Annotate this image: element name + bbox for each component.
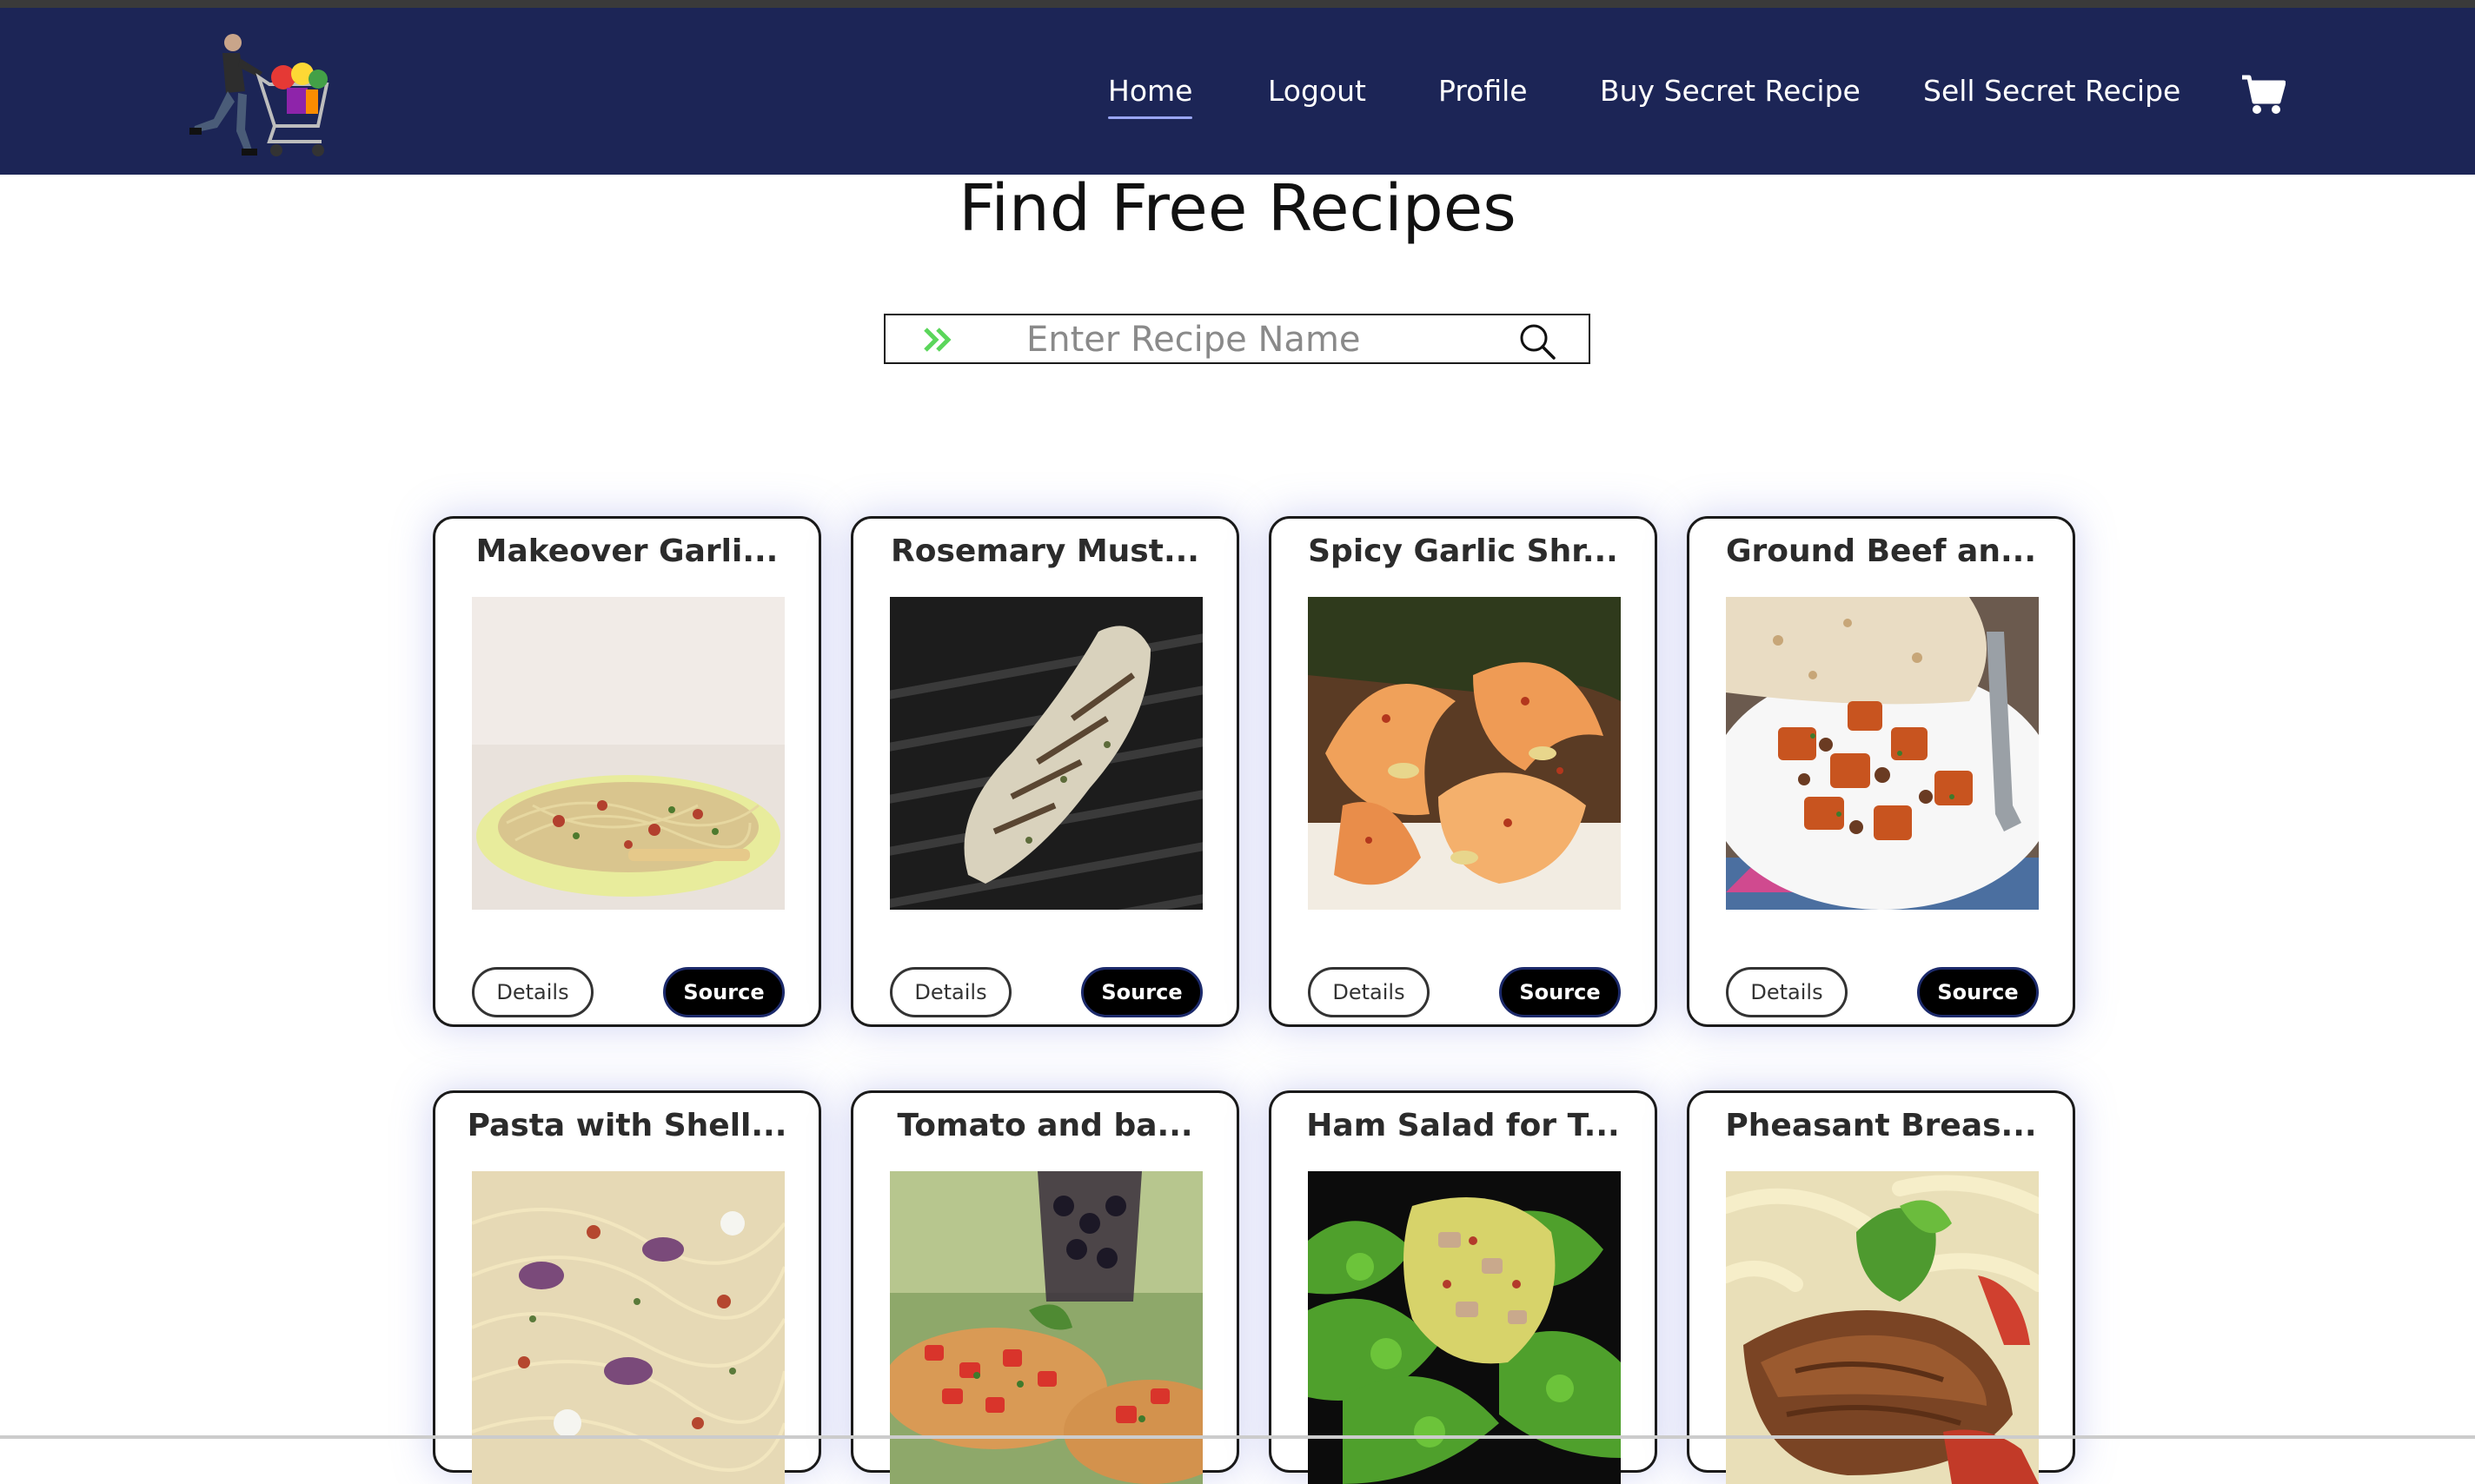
page-title: Find Free Recipes	[959, 171, 1516, 246]
nav-home[interactable]: Home	[1108, 69, 1193, 119]
recipe-title[interactable]: Rosemary Must...	[853, 527, 1237, 576]
double-chevron-right-icon	[922, 326, 957, 354]
recipe-card: Pheasant Breas...	[1687, 1090, 2075, 1484]
recipe-image[interactable]	[1308, 597, 1621, 910]
recipe-title[interactable]: Ground Beef an...	[1689, 527, 2073, 576]
recipe-card: Tomato and ba...	[851, 1090, 1239, 1484]
recipe-card: Ground Beef an... Details Source	[1687, 516, 2075, 1027]
nav-profile[interactable]: Profile	[1438, 69, 1528, 114]
recipe-image[interactable]	[1726, 597, 2039, 910]
recipe-card: Spicy Garlic Shr... Details Source	[1269, 516, 1657, 1027]
recipe-image[interactable]	[472, 597, 785, 910]
nav-logout[interactable]: Logout	[1268, 69, 1366, 114]
recipe-search-bar	[884, 314, 1590, 364]
source-button[interactable]: Source	[1917, 967, 2039, 1017]
recipe-title[interactable]: Pheasant Breas...	[1689, 1102, 2073, 1150]
search-icon[interactable]	[1518, 322, 1556, 361]
search-input[interactable]	[1025, 319, 1515, 361]
nav-buy-secret-recipe[interactable]: Buy Secret Recipe	[1600, 69, 1861, 114]
recipe-card: Pasta with Shell...	[433, 1090, 821, 1484]
recipe-title[interactable]: Makeover Garli...	[435, 527, 819, 576]
recipe-card: Makeover Garli... Details Source	[433, 516, 821, 1027]
recipe-card: Rosemary Must... Details Source	[851, 516, 1239, 1027]
shopping-cart-icon[interactable]	[2240, 72, 2286, 116]
source-button[interactable]: Source	[1081, 967, 1203, 1017]
shopper-cart-logo[interactable]	[165, 23, 339, 164]
recipe-card: Ham Salad for T...	[1269, 1090, 1657, 1484]
window-bottom-edge	[0, 1435, 2475, 1439]
details-button[interactable]: Details	[1726, 967, 1848, 1017]
recipe-image[interactable]	[890, 597, 1203, 910]
recipe-title[interactable]: Ham Salad for T...	[1271, 1102, 1655, 1150]
details-button[interactable]: Details	[1308, 967, 1430, 1017]
recipe-title[interactable]: Tomato and ba...	[853, 1102, 1237, 1150]
details-button[interactable]: Details	[472, 967, 594, 1017]
navbar: Home Logout Profile Buy Secret Recipe Se…	[0, 8, 2475, 175]
source-button[interactable]: Source	[663, 967, 785, 1017]
nav-sell-secret-recipe[interactable]: Sell Secret Recipe	[1923, 69, 2180, 114]
recipe-title[interactable]: Pasta with Shell...	[435, 1102, 819, 1150]
details-button[interactable]: Details	[890, 967, 1012, 1017]
window-top-strip	[0, 0, 2475, 8]
recipe-title[interactable]: Spicy Garlic Shr...	[1271, 527, 1655, 576]
source-button[interactable]: Source	[1499, 967, 1621, 1017]
